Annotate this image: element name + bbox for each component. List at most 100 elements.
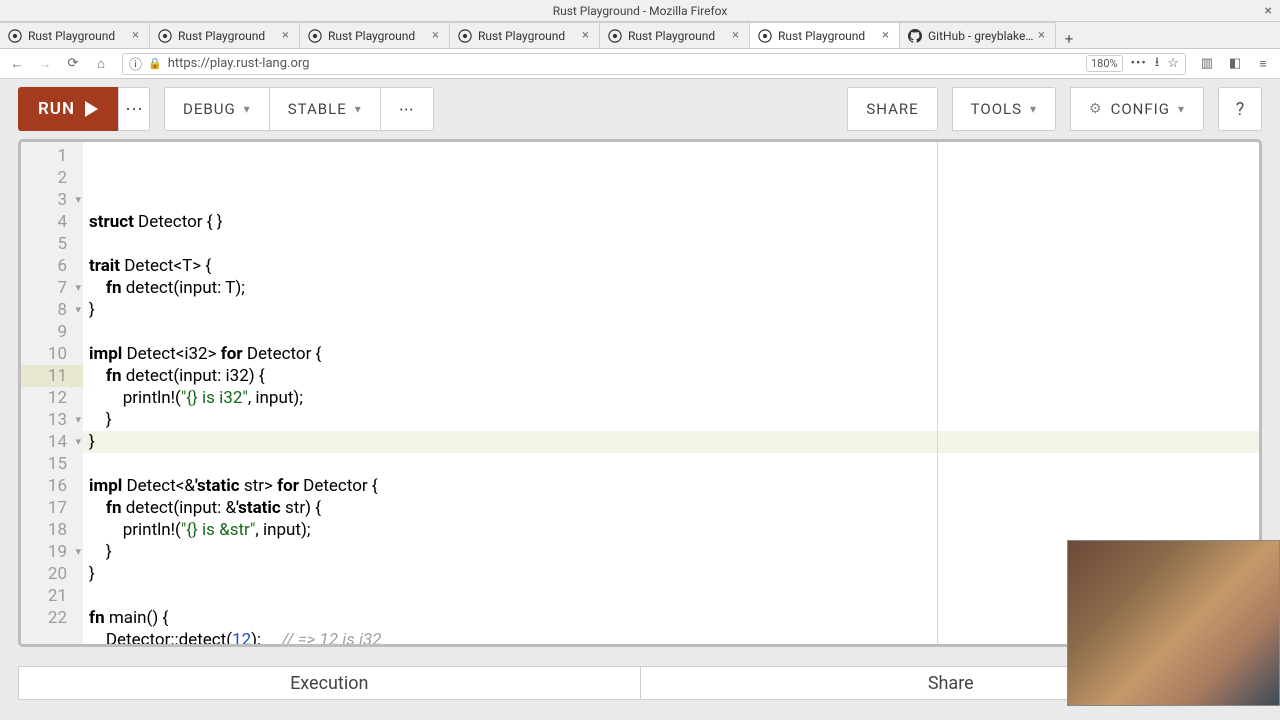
browser-tab[interactable]: Rust Playground × bbox=[150, 22, 300, 48]
gear-icon: ⚙ bbox=[1089, 101, 1103, 117]
page-actions-icon[interactable]: ••• bbox=[1131, 56, 1147, 71]
window-title: Rust Playground - Mozilla Firefox bbox=[553, 4, 728, 18]
code-line[interactable]: } bbox=[83, 409, 1259, 431]
browser-tab[interactable]: Rust Playground × bbox=[0, 22, 150, 48]
tab-label: GitHub - greyblake/... bbox=[928, 29, 1036, 43]
line-number: 11 bbox=[21, 365, 83, 387]
chevron-down-icon: ▾ bbox=[244, 102, 251, 116]
window-titlebar: Rust Playground - Mozilla Firefox × bbox=[0, 0, 1280, 22]
home-icon[interactable]: ⌂ bbox=[90, 53, 112, 75]
run-label: RUN bbox=[38, 99, 75, 119]
rust-icon bbox=[458, 29, 472, 43]
code-line[interactable]: fn detect(input: &'static str) { bbox=[83, 497, 1259, 519]
line-number: 18 bbox=[21, 519, 83, 541]
debug-dropdown[interactable]: DEBUG▾ bbox=[164, 87, 270, 131]
line-number: 17 bbox=[21, 497, 83, 519]
line-number: 15 bbox=[21, 453, 83, 475]
line-number: 4 bbox=[21, 211, 83, 233]
close-icon[interactable]: × bbox=[130, 28, 141, 43]
browser-tab[interactable]: Rust Playground × bbox=[600, 22, 750, 48]
close-icon[interactable]: × bbox=[880, 28, 891, 43]
line-number: 8 bbox=[21, 299, 83, 321]
code-line[interactable]: trait Detect<T> { bbox=[83, 255, 1259, 277]
code-line[interactable] bbox=[83, 321, 1259, 343]
rust-icon bbox=[608, 29, 622, 43]
url-text: https://play.rust-lang.org bbox=[168, 56, 1080, 71]
browser-tab[interactable]: Rust Playground × bbox=[300, 22, 450, 48]
sidebar-icon[interactable]: ◧ bbox=[1224, 53, 1246, 75]
line-number: 20 bbox=[21, 563, 83, 585]
code-line[interactable]: impl Detect<i32> for Detector { bbox=[83, 343, 1259, 365]
code-line[interactable] bbox=[83, 233, 1259, 255]
tab-label: Rust Playground bbox=[628, 29, 715, 43]
url-input[interactable]: ⓘ 🔒 https://play.rust-lang.org 180% ••• … bbox=[122, 53, 1186, 75]
playground-toolbar: RUN ⋯ DEBUG▾ STABLE▾ ⋯ SHARE TOOLS▾ ⚙ CO… bbox=[0, 79, 1280, 139]
close-icon[interactable]: × bbox=[1265, 3, 1272, 19]
close-icon[interactable]: × bbox=[1036, 28, 1047, 43]
library-icon[interactable]: ▥ bbox=[1196, 53, 1218, 75]
browser-tab[interactable]: Rust Playground × bbox=[450, 22, 600, 48]
code-line[interactable]: println!("{} is &str", input); bbox=[83, 519, 1259, 541]
line-number: 5 bbox=[21, 233, 83, 255]
close-icon[interactable]: × bbox=[730, 28, 741, 43]
line-number: 22 bbox=[21, 607, 83, 629]
download-icon[interactable]: ⭳ bbox=[1155, 53, 1160, 75]
config-dropdown[interactable]: ⚙ CONFIG▾ bbox=[1070, 87, 1204, 131]
rust-icon bbox=[8, 29, 22, 43]
line-number: 10 bbox=[21, 343, 83, 365]
code-line[interactable] bbox=[83, 453, 1259, 475]
code-line[interactable]: } bbox=[83, 431, 1259, 453]
play-icon bbox=[85, 101, 98, 117]
rust-icon bbox=[158, 29, 172, 43]
line-number: 13 bbox=[21, 409, 83, 431]
line-number: 9 bbox=[21, 321, 83, 343]
forward-icon[interactable]: → bbox=[34, 53, 56, 75]
rust-icon bbox=[308, 29, 322, 43]
line-number: 2 bbox=[21, 167, 83, 189]
close-icon[interactable]: × bbox=[430, 28, 441, 43]
close-icon[interactable]: × bbox=[280, 28, 291, 43]
back-icon[interactable]: ← bbox=[6, 53, 28, 75]
help-button[interactable]: ? bbox=[1218, 87, 1262, 131]
tools-dropdown[interactable]: TOOLS▾ bbox=[952, 87, 1056, 131]
browser-tab[interactable]: Rust Playground × bbox=[750, 22, 900, 48]
webcam-overlay bbox=[1067, 540, 1280, 706]
browser-tab[interactable]: GitHub - greyblake/...× bbox=[900, 22, 1056, 48]
chevron-down-icon: ▾ bbox=[355, 102, 362, 116]
close-icon[interactable]: × bbox=[580, 28, 591, 43]
bookmark-icon[interactable]: ☆ bbox=[1167, 56, 1179, 71]
execution-tab[interactable]: Execution bbox=[19, 667, 640, 699]
run-options-button[interactable]: ⋯ bbox=[118, 87, 150, 131]
run-button[interactable]: RUN bbox=[18, 87, 118, 131]
line-number: 12 bbox=[21, 387, 83, 409]
mode-options-button[interactable]: ⋯ bbox=[381, 87, 434, 131]
share-button[interactable]: SHARE bbox=[847, 87, 937, 131]
lock-icon: 🔒 bbox=[148, 57, 162, 70]
code-line[interactable]: fn detect(input: i32) { bbox=[83, 365, 1259, 387]
code-line[interactable]: fn detect(input: T); bbox=[83, 277, 1259, 299]
line-number: 7 bbox=[21, 277, 83, 299]
info-icon[interactable]: ⓘ bbox=[129, 54, 142, 73]
line-number: 1 bbox=[21, 145, 83, 167]
code-line[interactable]: struct Detector { } bbox=[83, 211, 1259, 233]
reload-icon[interactable]: ⟳ bbox=[62, 53, 84, 75]
line-number: 16 bbox=[21, 475, 83, 497]
menu-icon[interactable]: ≡ bbox=[1252, 53, 1274, 75]
line-number: 14 bbox=[21, 431, 83, 453]
chevron-down-icon: ▾ bbox=[1030, 102, 1037, 116]
line-number: 21 bbox=[21, 585, 83, 607]
tab-label: Rust Playground bbox=[328, 29, 415, 43]
tab-label: Rust Playground bbox=[478, 29, 565, 43]
line-number-gutter: 12345678910111213141516171819202122 bbox=[21, 142, 83, 644]
tab-strip: Rust Playground×Rust Playground×Rust Pla… bbox=[0, 22, 1280, 49]
tab-label: Rust Playground bbox=[178, 29, 265, 43]
new-tab-button[interactable]: + bbox=[1056, 30, 1082, 48]
code-line[interactable]: impl Detect<&'static str> for Detector { bbox=[83, 475, 1259, 497]
tab-label: Rust Playground bbox=[778, 29, 865, 43]
tab-label: Rust Playground bbox=[28, 29, 115, 43]
channel-dropdown[interactable]: STABLE▾ bbox=[270, 87, 381, 131]
zoom-indicator[interactable]: 180% bbox=[1086, 55, 1123, 72]
ruler-guide bbox=[937, 142, 938, 644]
code-line[interactable]: println!("{} is i32", input); bbox=[83, 387, 1259, 409]
code-line[interactable]: } bbox=[83, 299, 1259, 321]
